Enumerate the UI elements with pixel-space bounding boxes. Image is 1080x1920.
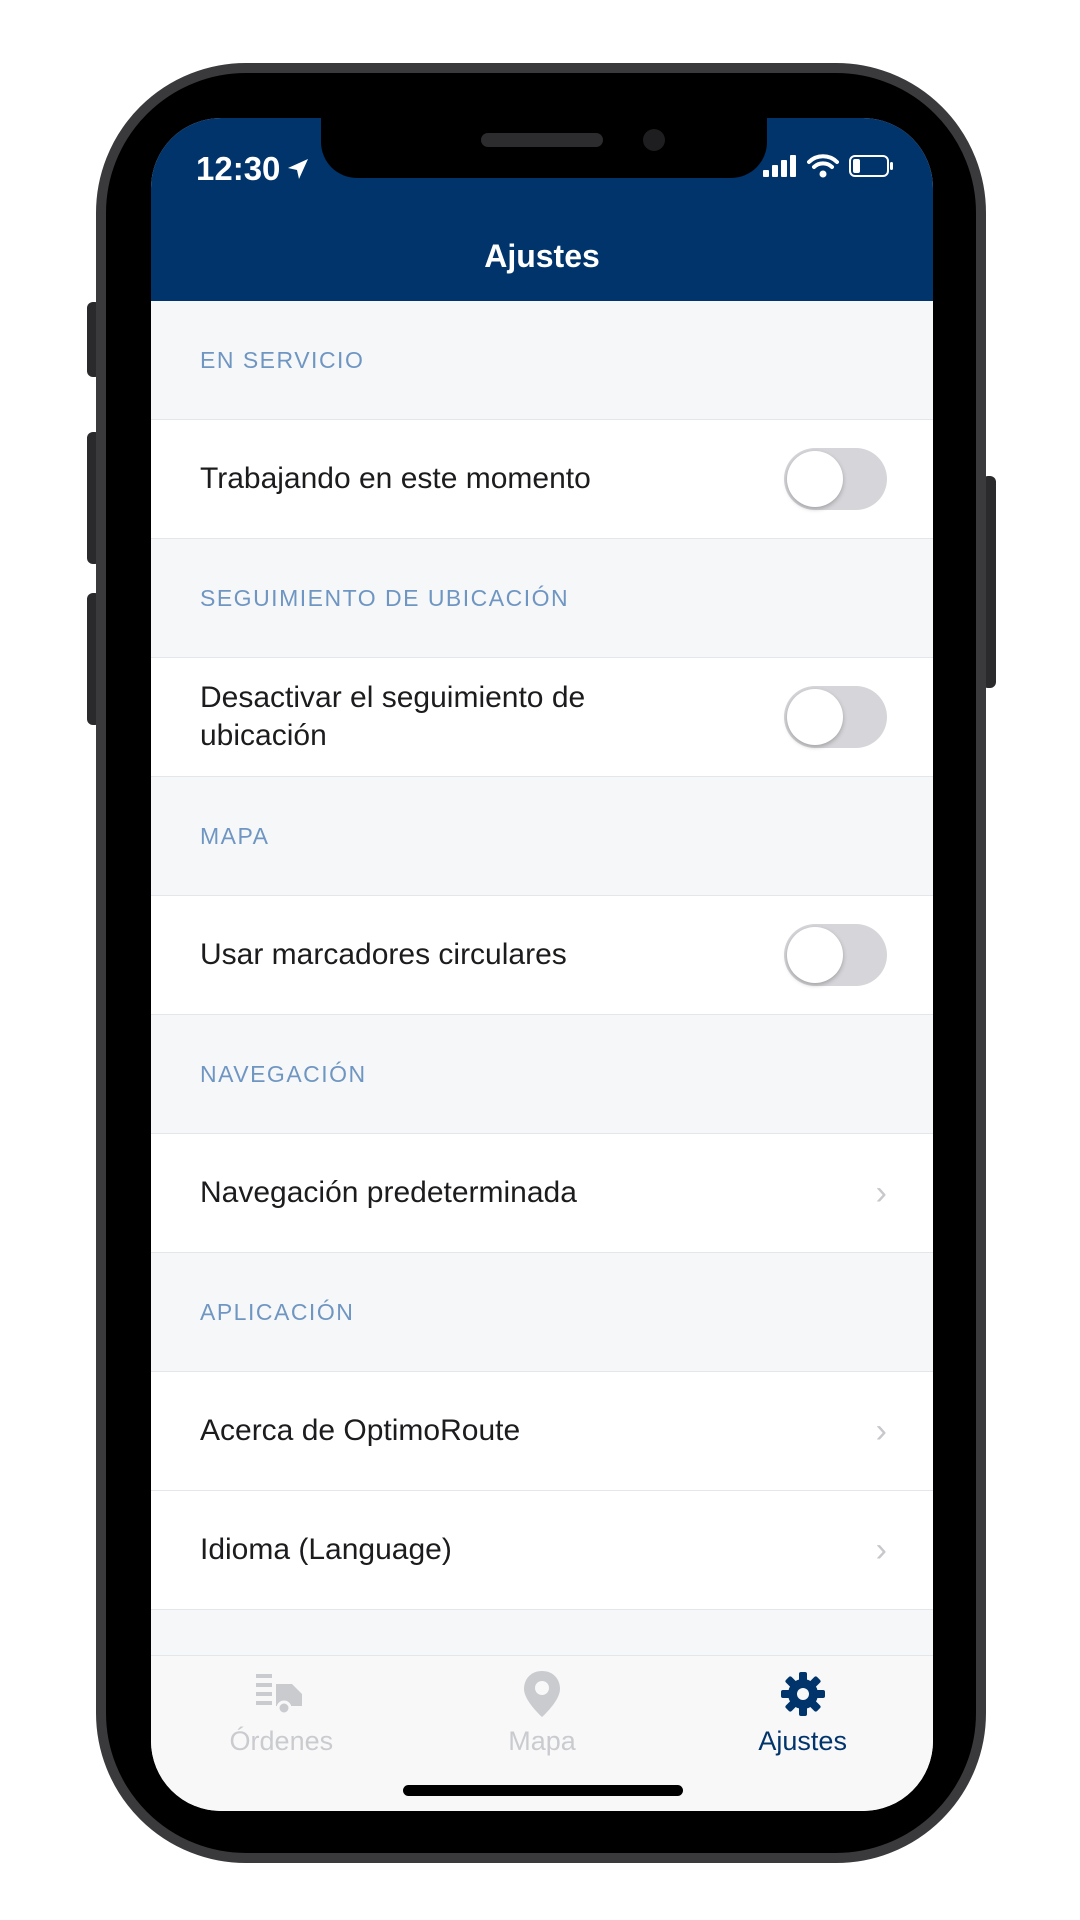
- speaker: [481, 133, 603, 147]
- location-arrow-icon: [288, 159, 309, 179]
- row-label: Idioma (Language): [200, 1533, 452, 1566]
- working-now-toggle[interactable]: [784, 448, 887, 510]
- toggle-knob: [787, 689, 843, 745]
- toggle-knob: [787, 451, 843, 507]
- signal-icon: [763, 155, 796, 177]
- status-time: 12:30: [196, 150, 310, 188]
- row-trabajando[interactable]: Trabajando en este momento: [151, 420, 933, 539]
- row-marcadores-circulares[interactable]: Usar marcadores circulares: [151, 896, 933, 1015]
- circular-markers-toggle[interactable]: [784, 924, 887, 986]
- status-icons: [763, 154, 895, 178]
- chevron-right-icon: ›: [875, 1173, 887, 1212]
- chevron-right-icon: ›: [875, 1411, 887, 1450]
- notch: [321, 118, 767, 178]
- map-pin-icon: [522, 1666, 562, 1722]
- tab-ajustes[interactable]: Ajustes: [672, 1656, 933, 1811]
- status-time-text: 12:30: [196, 150, 281, 187]
- tab-label: Órdenes: [229, 1726, 334, 1756]
- section-header-mapa: MAPA: [151, 777, 933, 896]
- tab-label: Mapa: [508, 1726, 576, 1756]
- row-idioma[interactable]: Idioma (Language) ›: [151, 1491, 933, 1610]
- chevron-right-icon: ›: [875, 1530, 887, 1569]
- home-indicator: [403, 1785, 683, 1796]
- tab-ordenes[interactable]: Órdenes: [151, 1656, 412, 1811]
- gear-icon: [779, 1666, 827, 1722]
- section-header-seguimiento: SEGUIMIENTO DE UBICACIÓN: [151, 539, 933, 658]
- section-header-en-servicio: EN SERVICIO: [151, 301, 933, 420]
- row-label: Trabajando en este momento: [200, 462, 591, 495]
- row-navegacion-predeterminada[interactable]: Navegación predeterminada ›: [151, 1134, 933, 1253]
- orders-truck-icon: [254, 1666, 308, 1722]
- row-label: Desactivar el seguimiento de ubicación: [200, 681, 586, 752]
- row-acerca-de[interactable]: Acerca de OptimoRoute ›: [151, 1372, 933, 1491]
- toggle-knob: [787, 927, 843, 983]
- settings-list: EN SERVICIO Trabajando en este momento S…: [151, 301, 933, 1610]
- battery-icon: [849, 155, 893, 177]
- row-label: Navegación predeterminada: [200, 1176, 577, 1209]
- page-title: Ajustes: [484, 238, 600, 274]
- section-header-navegacion: NAVEGACIÓN: [151, 1015, 933, 1134]
- row-label: Acerca de OptimoRoute: [200, 1414, 521, 1447]
- disable-tracking-toggle[interactable]: [784, 686, 887, 748]
- screen: 12:30 Ajustes EN SERVICIO Trabajando en …: [151, 118, 933, 1811]
- section-header-aplicacion: APLICACIÓN: [151, 1253, 933, 1372]
- tab-label: Ajustes: [758, 1726, 847, 1756]
- app-header: 12:30 Ajustes: [151, 118, 933, 301]
- wifi-icon: [807, 154, 839, 178]
- front-camera: [643, 129, 665, 151]
- row-label: Usar marcadores circulares: [200, 938, 567, 971]
- row-desactivar-seguimiento[interactable]: Desactivar el seguimiento de ubicación: [151, 658, 933, 777]
